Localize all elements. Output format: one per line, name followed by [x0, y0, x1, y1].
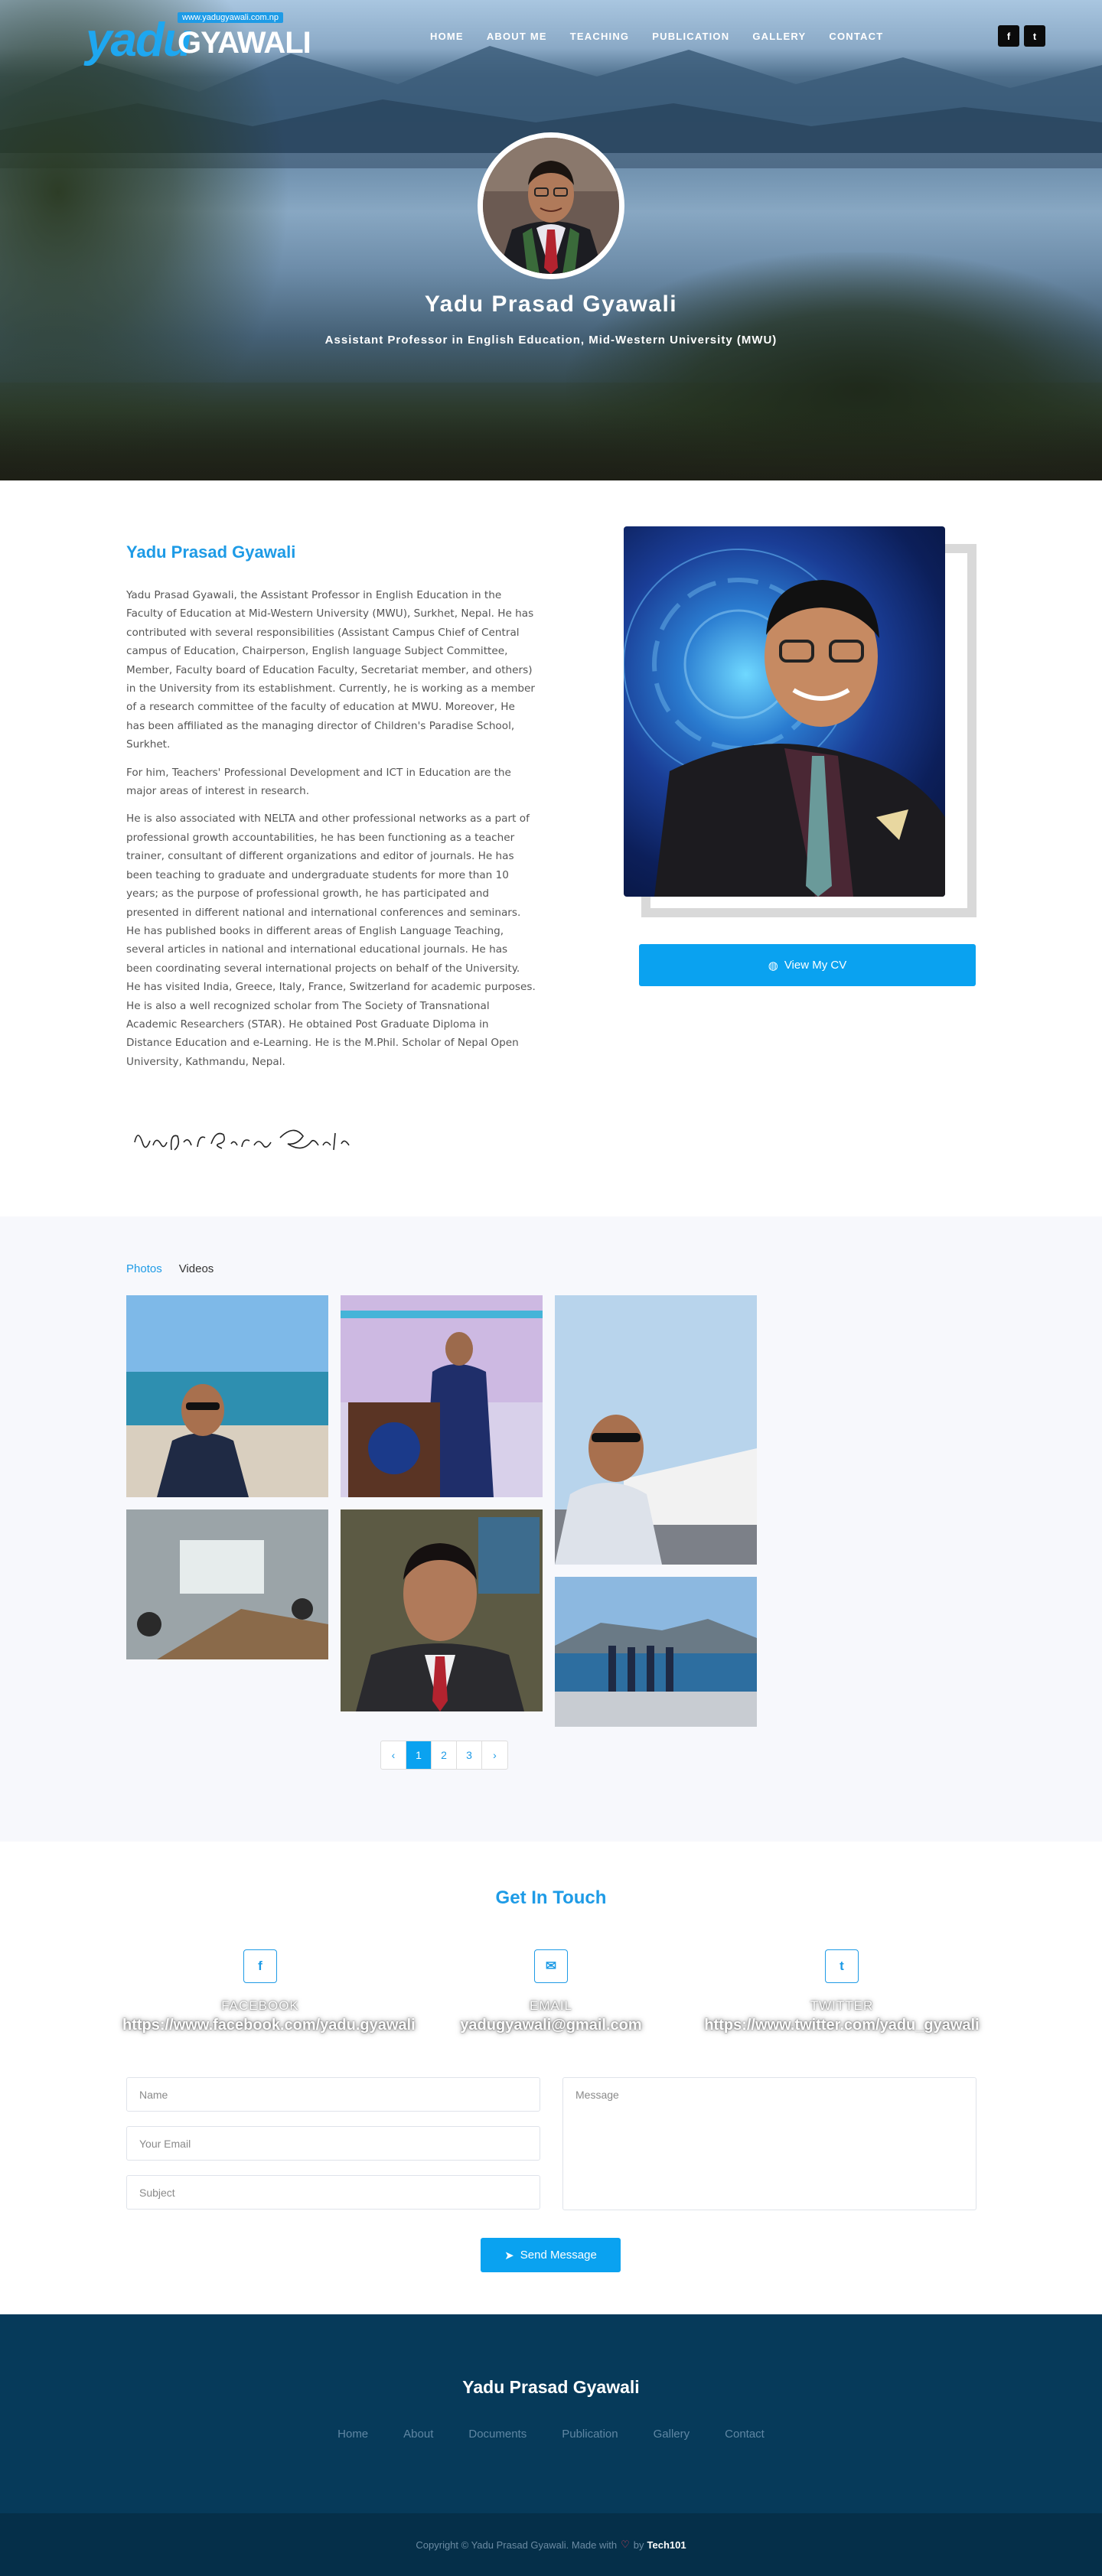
- copyright-text: Copyright © Yadu Prasad Gyawali. Made wi…: [416, 2539, 618, 2551]
- copyright-bar: Copyright © Yadu Prasad Gyawali. Made wi…: [0, 2513, 1102, 2576]
- contact-section: Get In Touch f FACEBOOK https://www.face…: [0, 1842, 1102, 2314]
- about-section: Yadu Prasad Gyawali Yadu Prasad Gyawali,…: [0, 480, 1102, 1216]
- shoreline: [0, 412, 1102, 480]
- pagination-page-1[interactable]: 1: [406, 1741, 432, 1769]
- footer-link-about[interactable]: About: [403, 2428, 433, 2441]
- about-heading: Yadu Prasad Gyawali: [126, 542, 296, 562]
- gallery-tabs: Photos Videos: [126, 1262, 214, 1275]
- envelope-icon[interactable]: ✉: [534, 1949, 568, 1983]
- footer-title: Yadu Prasad Gyawali: [462, 2377, 640, 2397]
- gallery-photo-portrait[interactable]: [341, 1509, 543, 1711]
- nav-home[interactable]: HOME: [430, 31, 464, 42]
- hero-section: yadu www.yadugyawali.com.np GYAWALI HOME…: [0, 0, 1102, 480]
- main-menu: HOME ABOUT ME TEACHING PUBLICATION GALLE…: [430, 31, 906, 42]
- gallery-section: Photos Videos ‹ 1 2 3 ›: [0, 1216, 1102, 1842]
- social-links-top: f t: [998, 25, 1045, 47]
- footer-link-documents[interactable]: Documents: [468, 2428, 527, 2441]
- avatar-portrait: [483, 138, 619, 274]
- contact-facebook: f FACEBOOK https://www.facebook.com/yadu…: [122, 1949, 416, 2034]
- contact-facebook-label: FACEBOOK: [221, 1998, 299, 2013]
- logo-url-badge: www.yadugyawali.com.np: [178, 12, 283, 23]
- contact-heading: Get In Touch: [495, 1887, 607, 1908]
- nav-publication[interactable]: PUBLICATION: [652, 31, 729, 42]
- twitter-icon[interactable]: t: [1024, 25, 1045, 47]
- pagination-next[interactable]: ›: [482, 1741, 507, 1769]
- footer-link-publication[interactable]: Publication: [562, 2428, 618, 2441]
- logo-yadu: yadu: [86, 14, 192, 67]
- top-navbar: yadu www.yadugyawali.com.np GYAWALI HOME…: [0, 0, 1102, 73]
- tab-photos[interactable]: Photos: [126, 1262, 162, 1275]
- name-field[interactable]: Name: [126, 2077, 540, 2112]
- profile-avatar: [478, 132, 624, 279]
- send-message-button[interactable]: ➤ Send Message: [481, 2238, 621, 2272]
- gallery-photo-beach[interactable]: [126, 1295, 328, 1497]
- gallery-photo-seaside[interactable]: [555, 1577, 757, 1727]
- photo-podium: [341, 1295, 543, 1497]
- contact-twitter-label: TWITTER: [810, 1998, 874, 2013]
- subject-field[interactable]: Subject: [126, 2175, 540, 2210]
- contact-email: ✉ EMAIL yadugyawali@gmail.com: [413, 1949, 689, 2034]
- profile-photo-art: [624, 549, 945, 897]
- profile-photo: [624, 526, 945, 897]
- photo-seaside: [555, 1577, 757, 1727]
- signature-image: [134, 1129, 350, 1151]
- site-footer: Yadu Prasad Gyawali Home About Documents…: [0, 2314, 1102, 2576]
- gallery-pagination: ‹ 1 2 3 ›: [380, 1741, 508, 1770]
- contact-twitter: t TWITTER https://www.twitter.com/yadu_g…: [704, 1949, 980, 2034]
- view-cv-button[interactable]: ◍ View My CV: [639, 944, 976, 986]
- about-bio: Yadu Prasad Gyawali, the Assistant Profe…: [126, 586, 536, 1080]
- hero-name: Yadu Prasad Gyawali: [424, 291, 678, 317]
- bio-paragraph-3: He is also associated with NELTA and oth…: [126, 813, 536, 1068]
- photo-portrait: [341, 1509, 543, 1711]
- gallery-photo-podium[interactable]: [341, 1295, 543, 1497]
- facebook-icon[interactable]: f: [243, 1949, 277, 1983]
- paper-plane-icon: ➤: [504, 2249, 514, 2262]
- footer-link-gallery[interactable]: Gallery: [654, 2428, 690, 2441]
- logo-gyawali: GYAWALI: [178, 26, 311, 60]
- nav-about-me[interactable]: ABOUT ME: [487, 31, 547, 42]
- bio-paragraph-1: Yadu Prasad Gyawali, the Assistant Profe…: [126, 589, 535, 751]
- tab-videos[interactable]: Videos: [179, 1262, 214, 1275]
- pagination-page-3[interactable]: 3: [457, 1741, 482, 1769]
- message-field[interactable]: Message: [562, 2077, 976, 2210]
- send-message-label: Send Message: [520, 2249, 597, 2262]
- gallery-photo-classroom[interactable]: [126, 1509, 328, 1659]
- heart-icon: ♡: [621, 2539, 630, 2550]
- footer-link-contact[interactable]: Contact: [725, 2428, 765, 2441]
- view-cv-label: View My CV: [784, 959, 847, 972]
- photo-airport: [555, 1295, 757, 1565]
- contact-email-label: EMAIL: [529, 1998, 573, 2013]
- footer-link-home[interactable]: Home: [337, 2428, 368, 2441]
- nav-contact[interactable]: CONTACT: [829, 31, 883, 42]
- facebook-icon[interactable]: f: [998, 25, 1019, 47]
- nav-gallery[interactable]: GALLERY: [752, 31, 806, 42]
- gallery-photo-airport[interactable]: [555, 1295, 757, 1565]
- pagination-page-2[interactable]: 2: [432, 1741, 457, 1769]
- globe-icon: ◍: [768, 959, 778, 972]
- contact-facebook-value[interactable]: https://www.facebook.com/yadu.gyawali: [122, 2017, 416, 2034]
- email-field[interactable]: Your Email: [126, 2126, 540, 2161]
- bio-paragraph-2: For him, Teachers' Professional Developm…: [126, 766, 511, 798]
- credit-link[interactable]: Tech101: [647, 2539, 686, 2551]
- nav-teaching[interactable]: TEACHING: [570, 31, 630, 42]
- contact-twitter-value[interactable]: https://www.twitter.com/yadu_gyawali: [704, 2017, 980, 2034]
- contact-email-value[interactable]: yadugyawali@gmail.com: [413, 2017, 689, 2034]
- site-logo[interactable]: yadu www.yadugyawali.com.np GYAWALI: [86, 9, 311, 67]
- hero-subtitle: Assistant Professor in English Education…: [324, 334, 778, 347]
- copyright-by: by: [633, 2539, 644, 2551]
- photo-beach: [126, 1295, 328, 1497]
- twitter-icon[interactable]: t: [825, 1949, 859, 1983]
- pagination-prev[interactable]: ‹: [381, 1741, 406, 1769]
- footer-nav: Home About Documents Publication Gallery…: [0, 2428, 1102, 2441]
- photo-classroom: [126, 1509, 328, 1659]
